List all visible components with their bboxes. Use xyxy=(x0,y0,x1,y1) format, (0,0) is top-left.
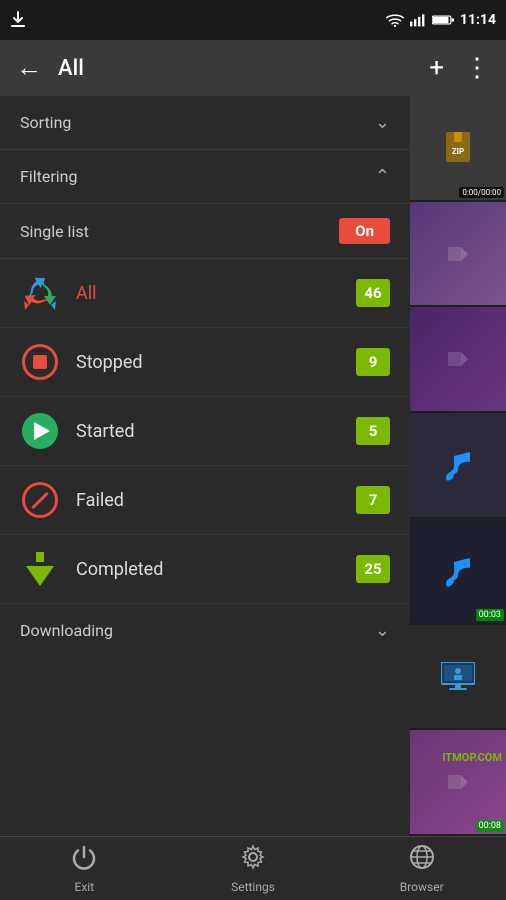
back-button[interactable]: ← xyxy=(12,51,46,85)
filtering-chevron-icon: ⌃ xyxy=(375,166,390,187)
filter-stopped-count: 9 xyxy=(356,348,390,376)
filter-item-completed[interactable]: Completed 25 xyxy=(0,535,410,604)
single-list-toggle[interactable]: On xyxy=(339,218,390,244)
bottom-nav: Exit Settings Browser xyxy=(0,836,506,900)
filter-failed-count: 7 xyxy=(356,486,390,514)
filtering-header[interactable]: Filtering ⌃ xyxy=(0,150,410,204)
thumb-item-music1 xyxy=(410,413,506,519)
filter-item-stopped[interactable]: Stopped 9 xyxy=(0,328,410,397)
filter-item-failed[interactable]: Failed 7 xyxy=(0,466,410,535)
downloading-chevron-icon: ⌄ xyxy=(375,620,390,641)
wifi-icon xyxy=(386,13,404,27)
nav-exit[interactable]: Exit xyxy=(0,844,169,894)
completed-icon xyxy=(20,549,60,589)
single-list-label: Single list xyxy=(20,222,89,241)
thumb-item-video2 xyxy=(410,307,506,413)
nav-settings-label: Settings xyxy=(231,880,275,894)
download-status-icon xyxy=(8,10,28,30)
filter-panel: Sorting ⌄ Filtering ⌃ Single list On xyxy=(0,96,410,836)
thumb-time-music2: 00:03 xyxy=(476,609,504,621)
filtering-label: Filtering xyxy=(20,167,77,186)
nav-browser-label: Browser xyxy=(400,880,444,894)
filter-started-count: 5 xyxy=(356,417,390,445)
watermark: ITMOP.COM xyxy=(442,751,502,764)
toolbar-title: All xyxy=(58,56,413,81)
sorting-label: Sorting xyxy=(20,113,71,132)
sorting-chevron-icon: ⌄ xyxy=(375,112,390,133)
thumb-item-music2: 00:03 xyxy=(410,519,506,625)
add-button[interactable]: + xyxy=(425,51,448,85)
globe-icon xyxy=(409,844,435,877)
status-bar-right: 11:14 xyxy=(386,12,496,28)
filter-completed-count: 25 xyxy=(356,555,390,583)
battery-icon xyxy=(432,14,454,26)
thumb-item-monitor xyxy=(410,625,506,731)
filter-stopped-label: Stopped xyxy=(76,352,356,373)
thumb-item-zip: ZIP 0:00/00:00 xyxy=(410,96,506,202)
single-list-row: Single list On xyxy=(0,204,410,259)
gear-icon xyxy=(240,844,266,877)
more-menu-button[interactable]: ⋮ xyxy=(460,51,494,85)
sorting-header[interactable]: Sorting ⌄ xyxy=(0,96,410,150)
thumb-item-video3: 00:08 ITMOP.COM xyxy=(410,730,506,836)
nav-settings[interactable]: Settings xyxy=(169,844,338,894)
downloading-header[interactable]: Downloading ⌄ xyxy=(0,604,410,657)
failed-icon xyxy=(20,480,60,520)
filter-item-started[interactable]: Started 5 xyxy=(0,397,410,466)
svg-text:ZIP: ZIP xyxy=(452,147,464,156)
status-bar-left xyxy=(8,10,28,30)
thumb-item-video1 xyxy=(410,202,506,308)
downloading-label: Downloading xyxy=(20,621,113,640)
filter-completed-label: Completed xyxy=(76,559,356,580)
power-icon xyxy=(71,844,97,877)
all-icon xyxy=(20,273,60,313)
filter-started-label: Started xyxy=(76,421,356,442)
signal-icon xyxy=(410,13,426,27)
nav-browser[interactable]: Browser xyxy=(337,844,506,894)
thumb-strip: ZIP 0:00/00:00 xyxy=(410,96,506,836)
main-area: Sorting ⌄ Filtering ⌃ Single list On xyxy=(0,96,506,836)
toolbar: ← All + ⋮ xyxy=(0,40,506,96)
filter-failed-label: Failed xyxy=(76,490,356,511)
stopped-icon xyxy=(20,342,60,382)
filter-all-label: All xyxy=(76,283,356,304)
filter-item-all[interactable]: All 46 xyxy=(0,259,410,328)
filter-all-count: 46 xyxy=(356,279,390,307)
thumb-time-video3: 00:08 xyxy=(476,820,504,832)
started-icon xyxy=(20,411,60,451)
status-bar: 11:14 xyxy=(0,0,506,40)
status-time: 11:14 xyxy=(460,12,496,28)
thumb-time-zip: 0:00/00:00 xyxy=(459,187,504,198)
nav-exit-label: Exit xyxy=(75,880,95,894)
